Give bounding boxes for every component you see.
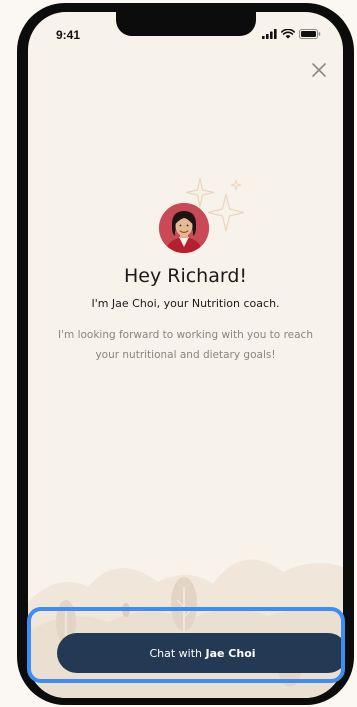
phone-screen: 9:41 Hey Richard! I'm Jae Choi, your Nut… [28,12,343,698]
page: 9:41 Hey Richard! I'm Jae Choi, your Nut… [0,0,357,707]
coach-message: I'm looking forward to working with you … [58,329,313,361]
coach-intro: I'm Jae Choi, your Nutrition coach. [91,297,280,310]
coach-photo [159,203,209,253]
phone-frame: 9:41 Hey Richard! I'm Jae Choi, your Nut… [17,3,354,705]
wifi-icon [281,29,295,39]
status-icons [262,29,321,39]
status-time: 9:41 [56,28,81,42]
coach-avatar [159,203,209,253]
close-icon [312,63,326,77]
cellular-signal-icon [262,29,277,39]
battery-icon [299,29,321,39]
phone-notch [116,12,256,36]
greeting-title: Hey Richard! [123,265,248,287]
focus-highlight [27,607,345,683]
close-button[interactable] [309,60,329,80]
